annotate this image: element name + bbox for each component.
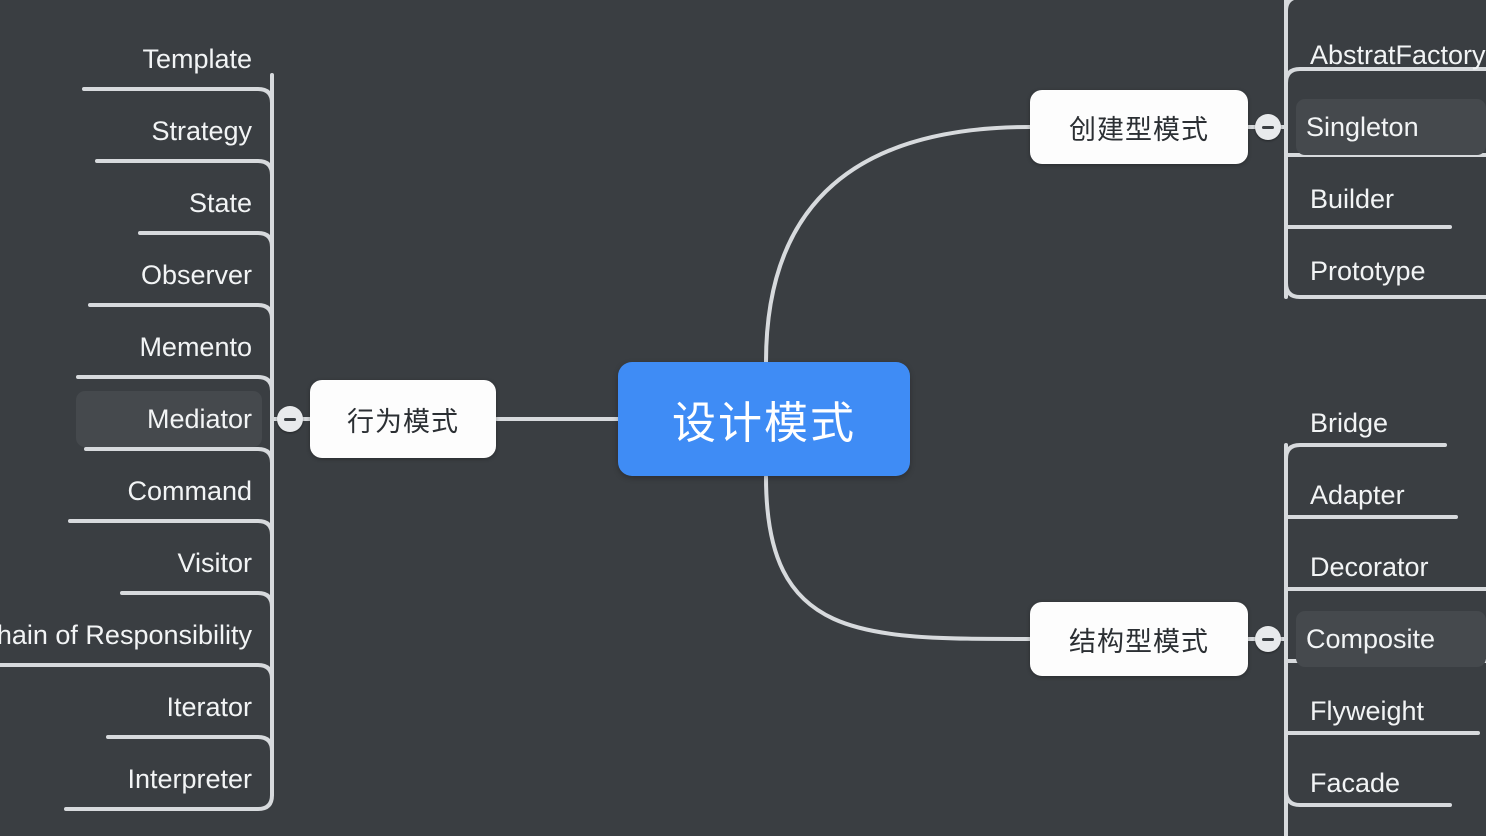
leaf-node-composite[interactable]: Composite [1296,611,1486,667]
leaf-node-builder[interactable]: Builder [1300,171,1460,227]
link-root-structural [764,475,1032,642]
leaf-label: Decorator [1310,551,1429,582]
branch-node-behavioral[interactable]: 行为模式 [310,380,496,458]
leaf-node-memento[interactable]: Memento [68,319,262,375]
leaf-node-command[interactable]: Command [60,463,262,519]
behavioral-elbow-5 [84,447,274,465]
minus-icon [284,417,296,421]
leaf-label: Iterator [166,691,252,722]
leaf-label: Command [127,475,252,506]
branch-node-structural-label: 结构型模式 [1069,626,1209,657]
leaf-label: Chain of Responsibility [0,619,252,650]
leaf-node-chain-of-responsibility[interactable]: Chain of Responsibility [0,607,262,663]
collapse-toggle-structural[interactable] [1255,626,1281,652]
leaf-node-state[interactable]: State [130,175,262,231]
leaf-node-iterator[interactable]: Iterator [98,679,262,735]
leaf-node-singleton[interactable]: Singleton [1296,99,1486,155]
branch-node-structural[interactable]: 结构型模式 [1030,602,1248,676]
leaf-node-prototype[interactable]: Prototype [1300,243,1480,299]
leaf-node-visitor[interactable]: Visitor [112,535,262,591]
leaf-node-facade[interactable]: Facade [1300,755,1450,811]
behavioral-elbow-1 [95,159,274,177]
collapse-toggle-behavioral[interactable] [277,406,303,432]
leaf-node-strategy[interactable]: Strategy [87,103,262,159]
leaf-node-adapter[interactable]: Adapter [1300,467,1460,523]
leaf-label: Memento [139,331,252,362]
leaf-label: Observer [140,259,252,290]
behavioral-elbow-7 [120,591,274,609]
branch-node-creational-label: 创建型模式 [1069,114,1209,145]
leaf-label: Builder [1310,183,1395,214]
leaf-label: Mediator [146,403,252,434]
leaf-label: Template [142,43,252,74]
root-node[interactable]: 设计模式 [618,362,910,476]
leaf-label: Adapter [1310,479,1405,510]
behavioral-elbow-4 [76,375,274,393]
leaf-node-bridge[interactable]: Bridge [1300,395,1450,451]
leaf-label: Interpreter [127,763,252,794]
leaf-node-decorator[interactable]: Decorator [1300,539,1486,595]
behavioral-elbow-3 [88,303,274,321]
leaf-label: Visitor [177,547,252,578]
leaf-node-interpreter[interactable]: Interpreter [56,751,262,807]
leaf-node-mediator[interactable]: Mediator [76,391,262,447]
leaf-label: Composite [1306,623,1436,654]
leaf-label: State [188,187,252,218]
mindmap-canvas[interactable]: 设计模式 行为模式 创建型模式 结构型模式 Template Strategy … [0,0,1486,836]
leaf-label: Flyweight [1310,695,1425,726]
link-root-creational [764,125,1032,364]
leaf-label: Singleton [1306,111,1419,142]
leaf-node-flyweight[interactable]: Flyweight [1300,683,1480,739]
leaf-label: Facade [1310,767,1401,798]
collapse-toggle-creational[interactable] [1255,114,1281,140]
leaf-node-observer[interactable]: Observer [80,247,262,303]
leaf-node-template[interactable]: Template [74,31,262,87]
behavioral-elbow-9 [106,735,274,753]
creational-elbow-0 [1284,0,1295,13]
leaf-label: Prototype [1310,255,1426,286]
behavioral-elbow-6 [68,519,274,537]
behavioral-elbow-8 [0,663,274,681]
branch-node-creational[interactable]: 创建型模式 [1030,90,1248,164]
branch-node-behavioral-label: 行为模式 [347,406,459,437]
leaf-label: Bridge [1310,407,1389,438]
minus-icon [1262,125,1274,129]
behavioral-elbow-0 [82,87,274,105]
root-node-label: 设计模式 [672,399,856,448]
leaf-node-abstratfactory[interactable]: AbstratFactory [1300,27,1486,83]
leaf-label: AbstratFactory [1310,39,1486,70]
minus-icon [1262,637,1274,641]
leaf-label: Strategy [151,115,252,146]
behavioral-elbow-2 [138,231,274,249]
